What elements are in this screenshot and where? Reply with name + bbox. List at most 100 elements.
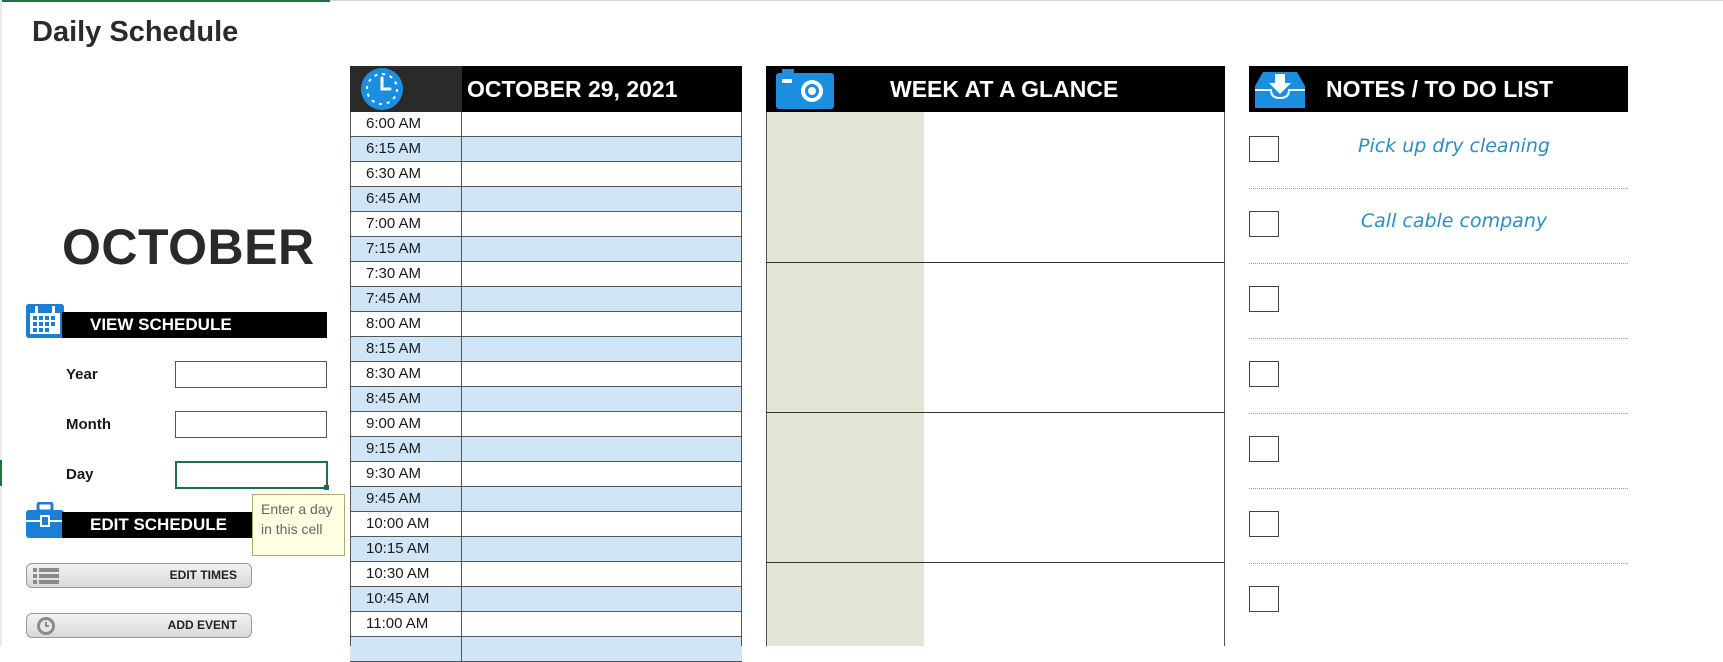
event-cell[interactable] (462, 437, 742, 461)
todo-checkbox[interactable] (1249, 286, 1279, 312)
todo-checkbox[interactable] (1249, 586, 1279, 612)
event-cell[interactable] (462, 212, 742, 236)
add-event-button[interactable]: ADD EVENT (26, 613, 252, 638)
time-cell: 8:30 AM (350, 362, 462, 386)
schedule-row[interactable]: 7:30 AM (350, 262, 742, 287)
sheet-left-border (0, 0, 2, 646)
schedule-row[interactable]: 10:15 AM (350, 537, 742, 562)
event-cell[interactable] (462, 637, 742, 661)
schedule-row[interactable]: 9:45 AM (350, 487, 742, 512)
todo-divider (1249, 188, 1628, 189)
event-cell[interactable] (462, 337, 742, 361)
todo-checkbox[interactable] (1249, 361, 1279, 387)
event-cell[interactable] (462, 512, 742, 536)
schedule-row[interactable]: 10:45 AM (350, 587, 742, 612)
schedule-row[interactable]: 9:30 AM (350, 462, 742, 487)
event-cell[interactable] (462, 112, 742, 136)
schedule-row[interactable]: 8:30 AM (350, 362, 742, 387)
time-cell: 9:30 AM (350, 462, 462, 486)
event-cell[interactable] (462, 237, 742, 261)
schedule-row[interactable]: 6:45 AM (350, 187, 742, 212)
event-cell[interactable] (462, 537, 742, 561)
clock-icon-box (350, 66, 462, 112)
week-events-area[interactable] (924, 112, 1225, 646)
list-icon (33, 568, 59, 584)
toolbox-icon (26, 501, 64, 538)
view-schedule-header: VIEW SCHEDULE (62, 312, 327, 338)
month-input[interactable] (175, 411, 327, 438)
time-cell: 9:45 AM (350, 487, 462, 511)
time-cell: 8:00 AM (350, 312, 462, 336)
todo-item-text[interactable]: Call cable company (1284, 210, 1624, 232)
year-input[interactable] (175, 361, 327, 388)
schedule-row[interactable]: 6:15 AM (350, 137, 742, 162)
schedule-row[interactable]: 7:45 AM (350, 287, 742, 312)
time-cell: 10:00 AM (350, 512, 462, 536)
schedule-row[interactable]: 10:30 AM (350, 562, 742, 587)
event-cell[interactable] (462, 562, 742, 586)
event-cell[interactable] (462, 487, 742, 511)
schedule-row[interactable]: 8:15 AM (350, 337, 742, 362)
schedule-row[interactable]: 6:30 AM (350, 162, 742, 187)
notes-title: NOTES / TO DO LIST (1326, 76, 1554, 102)
time-cell: 9:15 AM (350, 437, 462, 461)
month-label: Month (66, 416, 111, 433)
schedule-row[interactable]: 8:45 AM (350, 387, 742, 412)
edit-times-label: EDIT TIMES (169, 568, 237, 582)
selected-row-indicator (0, 460, 2, 486)
time-cell: 7:30 AM (350, 262, 462, 286)
todo-checkbox[interactable] (1249, 511, 1279, 537)
schedule-row[interactable]: 9:00 AM (350, 412, 742, 437)
todo-divider (1249, 488, 1628, 489)
time-cell: 7:15 AM (350, 237, 462, 261)
selected-column-indicator (0, 0, 330, 2)
clock-outline-icon (35, 616, 57, 636)
todo-checkbox[interactable] (1249, 211, 1279, 237)
schedule-row[interactable]: 8:00 AM (350, 312, 742, 337)
schedule-row[interactable]: 7:00 AM (350, 212, 742, 237)
schedule-row[interactable]: 6:00 AM (350, 112, 742, 137)
fill-handle[interactable] (324, 485, 329, 490)
time-cell: 9:00 AM (350, 412, 462, 436)
time-cell: 6:15 AM (350, 137, 462, 161)
day-input[interactable] (175, 461, 328, 489)
event-cell[interactable] (462, 262, 742, 286)
event-cell[interactable] (462, 162, 742, 186)
event-cell[interactable] (462, 137, 742, 161)
time-cell: 7:00 AM (350, 212, 462, 236)
time-cell: 6:30 AM (350, 162, 462, 186)
todo-item-text[interactable]: Pick up dry cleaning (1284, 135, 1624, 157)
todo-divider (1249, 338, 1628, 339)
week-title: WEEK AT A GLANCE (890, 76, 1119, 102)
event-cell[interactable] (462, 612, 742, 636)
time-cell: 6:45 AM (350, 187, 462, 211)
year-label: Year (66, 366, 98, 383)
edit-schedule-header: EDIT SCHEDULE (62, 512, 252, 538)
inbox-download-icon (1255, 72, 1305, 108)
schedule-row[interactable]: 9:15 AM (350, 437, 742, 462)
edit-times-button[interactable]: EDIT TIMES (26, 563, 252, 588)
schedule-date: OCTOBER 29, 2021 (467, 76, 678, 102)
event-cell[interactable] (462, 312, 742, 336)
event-cell[interactable] (462, 387, 742, 411)
input-tooltip: Enter a day in this cell (252, 494, 345, 556)
event-cell[interactable] (462, 587, 742, 611)
event-cell[interactable] (462, 462, 742, 486)
event-cell[interactable] (462, 287, 742, 311)
event-cell[interactable] (462, 362, 742, 386)
schedule-row[interactable]: 7:15 AM (350, 237, 742, 262)
schedule-row[interactable]: 10:00 AM (350, 512, 742, 537)
calendar-icon (26, 304, 64, 338)
todo-divider (1249, 413, 1628, 414)
camera-icon (776, 69, 834, 109)
event-cell[interactable] (462, 412, 742, 436)
time-cell: 8:45 AM (350, 387, 462, 411)
schedule-row[interactable] (350, 637, 742, 662)
event-cell[interactable] (462, 187, 742, 211)
todo-checkbox[interactable] (1249, 436, 1279, 462)
time-cell: 11:00 AM (350, 612, 462, 636)
todo-checkbox[interactable] (1249, 136, 1279, 162)
page-title: Daily Schedule (32, 16, 239, 48)
schedule-row[interactable]: 11:00 AM (350, 612, 742, 637)
time-cell: 7:45 AM (350, 287, 462, 311)
